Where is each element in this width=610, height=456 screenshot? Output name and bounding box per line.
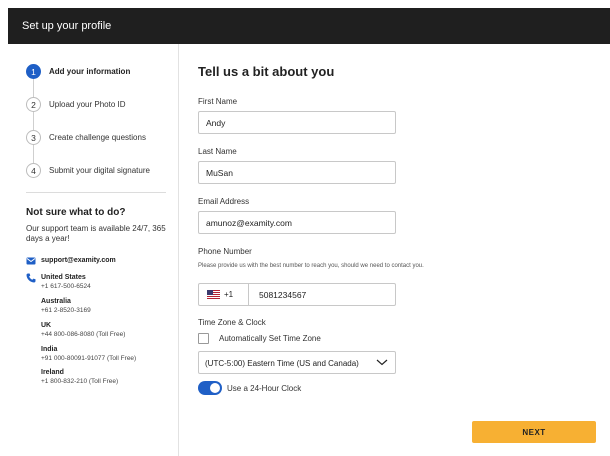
- 24-hour-clock-toggle[interactable]: [198, 381, 222, 395]
- timezone-label: Time Zone & Clock: [198, 318, 266, 327]
- email-label: Email Address: [198, 197, 250, 206]
- step-label: Create challenge questions: [49, 133, 146, 142]
- phone-label: Phone Number: [198, 247, 252, 256]
- phone-help-text: Please provide us with the best number t…: [198, 263, 424, 269]
- page-header: Set up your profile: [8, 8, 610, 44]
- mail-icon: [26, 257, 36, 267]
- email-input[interactable]: amunoz@examity.com: [198, 211, 396, 234]
- last-name-label: Last Name: [198, 147, 237, 156]
- first-name-input[interactable]: Andy: [198, 111, 396, 134]
- step-connector: [33, 79, 34, 97]
- last-name-input[interactable]: MuSan: [198, 161, 396, 184]
- step-label: Upload your Photo ID: [49, 100, 126, 109]
- help-text: Our support team is available 24/7, 365 …: [26, 224, 166, 243]
- first-name-label: First Name: [198, 97, 238, 106]
- contact-number: +1 800-832-210 (Toll Free): [41, 378, 119, 385]
- form-title: Tell us a bit about you: [198, 64, 335, 79]
- contact-number: +44 800-086-8080 (Toll Free): [41, 331, 126, 338]
- toggle-knob: [210, 383, 220, 393]
- sidebar: 1 Add your information 2 Upload your Pho…: [8, 44, 179, 456]
- step-label: Add your information: [49, 67, 131, 76]
- step-connector: [33, 112, 34, 130]
- step-3[interactable]: 3 Create challenge questions: [26, 130, 176, 163]
- clock-toggle-row[interactable]: Use a 24-Hour Clock: [198, 381, 301, 395]
- profile-form: Tell us a bit about you First Name Andy …: [190, 44, 610, 456]
- step-number: 1: [26, 64, 41, 79]
- sidebar-divider: [26, 192, 166, 193]
- contact-country: Ireland: [41, 369, 64, 376]
- auto-timezone-checkbox[interactable]: [198, 333, 209, 344]
- step-number: 2: [26, 97, 41, 112]
- step-2[interactable]: 2 Upload your Photo ID: [26, 97, 176, 130]
- step-number: 4: [26, 163, 41, 178]
- phone-input[interactable]: 5081234567: [259, 290, 306, 300]
- step-label: Submit your digital signature: [49, 166, 150, 175]
- step-list: 1 Add your information 2 Upload your Pho…: [26, 64, 176, 196]
- contact-country: United States: [41, 274, 86, 281]
- step-1[interactable]: 1 Add your information: [26, 64, 176, 97]
- step-number: 3: [26, 130, 41, 145]
- auto-timezone-label: Automatically Set Time Zone: [219, 334, 321, 343]
- contact-country: India: [41, 346, 58, 353]
- contact-number: +1 617-500-6524: [41, 283, 91, 290]
- auto-timezone-row[interactable]: Automatically Set Time Zone: [198, 333, 321, 344]
- us-flag-icon: [207, 290, 220, 299]
- timezone-value: (UTC-5:00) Eastern Time (US and Canada): [205, 359, 359, 368]
- step-connector: [33, 145, 34, 163]
- contact-country: UK: [41, 322, 52, 329]
- contact-country: Australia: [41, 298, 71, 305]
- country-code-select[interactable]: +1: [199, 284, 249, 305]
- phone-icon: [26, 273, 36, 285]
- next-button[interactable]: NEXT: [472, 421, 596, 443]
- support-email-link[interactable]: support@examity.com: [41, 257, 116, 264]
- contact-number: +91 000-80091-91077 (Toll Free): [41, 355, 137, 362]
- help-title: Not sure what to do?: [26, 207, 126, 218]
- 24-hour-clock-label: Use a 24-Hour Clock: [227, 383, 302, 393]
- timezone-select[interactable]: (UTC-5:00) Eastern Time (US and Canada): [198, 351, 396, 374]
- page-title: Set up your profile: [22, 20, 112, 32]
- contact-number: +61 2-8520-3169: [41, 307, 91, 314]
- phone-field: +1 5081234567: [198, 283, 396, 306]
- country-code: +1: [224, 290, 234, 299]
- chevron-down-icon: [376, 359, 388, 366]
